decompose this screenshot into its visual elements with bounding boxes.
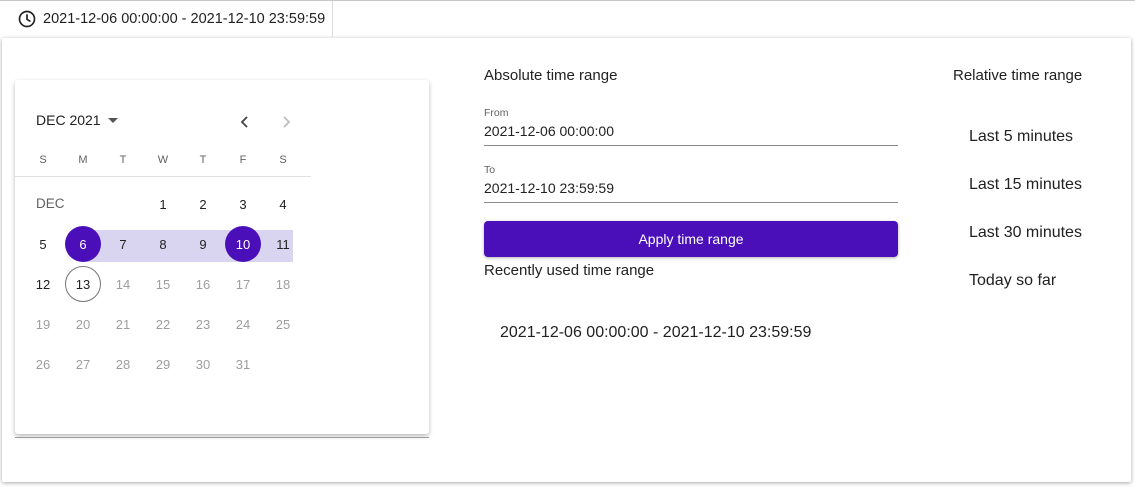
calendar-day[interactable]: 8 (145, 226, 181, 262)
previous-month-button[interactable] (233, 110, 257, 134)
to-label: To (484, 164, 496, 176)
calendar-day[interactable]: 27 (65, 346, 101, 382)
calendar-day-today[interactable]: 13 (65, 266, 101, 302)
relative-range-title: Relative time range (953, 67, 1083, 84)
calendar-day[interactable]: 9 (185, 226, 221, 262)
weekday-label: F (239, 154, 247, 166)
caret-down-icon (107, 117, 118, 123)
month-year-label: DEC 2021 (36, 112, 101, 128)
apply-time-range-button[interactable]: Apply time range (484, 221, 898, 257)
absolute-range-title: Absolute time range (484, 67, 618, 84)
calendar-day-selected[interactable]: 10 (225, 226, 261, 262)
month-year-button[interactable]: DEC 2021 (36, 112, 118, 128)
calendar-day[interactable]: 30 (185, 346, 221, 382)
relative-option-last-30-minutes[interactable]: Last 30 minutes (969, 224, 1082, 242)
time-range-text: 2021-12-06 00:00:00 - 2021-12-10 23:59:5… (43, 11, 326, 27)
calendar: DEC 2021 S M T W T F S DEC 1 2 3 4 5 6 7… (15, 80, 429, 434)
relative-option-today-so-far[interactable]: Today so far (969, 272, 1056, 290)
from-label: From (484, 107, 509, 119)
month-label: DEC (36, 196, 65, 211)
calendar-day[interactable]: 1 (145, 186, 181, 222)
calendar-day[interactable]: 11 (265, 226, 301, 262)
calendar-day[interactable]: 31 (225, 346, 261, 382)
calendar-day[interactable]: 16 (185, 266, 221, 302)
calendar-day[interactable]: 15 (145, 266, 181, 302)
chevron-left-icon (240, 116, 248, 128)
calendar-day[interactable]: 28 (105, 346, 141, 382)
chevron-right-icon (283, 116, 291, 128)
calendar-header: DEC 2021 (15, 110, 429, 134)
relative-option-last-5-minutes[interactable]: Last 5 minutes (969, 128, 1073, 146)
from-field[interactable]: From 2021-12-06 00:00:00 (484, 107, 898, 146)
calendar-day[interactable]: 20 (65, 306, 101, 342)
relative-option-last-15-minutes[interactable]: Last 15 minutes (969, 176, 1082, 194)
time-range-trigger[interactable]: 2021-12-06 00:00:00 - 2021-12-10 23:59:5… (0, 1, 333, 37)
calendar-day[interactable]: 18 (265, 266, 301, 302)
calendar-day[interactable]: 12 (25, 266, 61, 302)
weekday-label: T (199, 154, 207, 166)
calendar-day[interactable]: 22 (145, 306, 181, 342)
calendar-day[interactable]: 19 (25, 306, 61, 342)
calendar-day[interactable]: 25 (265, 306, 301, 342)
calendar-day[interactable]: 26 (25, 346, 61, 382)
recent-range-item[interactable]: 2021-12-06 00:00:00 - 2021-12-10 23:59:5… (500, 324, 811, 342)
recently-used-title: Recently used time range (484, 262, 655, 279)
clock-icon (18, 10, 36, 28)
calendar-day[interactable]: 24 (225, 306, 261, 342)
calendar-underline (15, 437, 429, 438)
calendar-day[interactable]: 5 (25, 226, 61, 262)
weekday-label: W (157, 154, 169, 166)
next-month-button[interactable] (274, 110, 298, 134)
calendar-day[interactable]: 17 (225, 266, 261, 302)
weekday-label: T (119, 154, 127, 166)
weekday-header: S M T W T F S (15, 154, 311, 177)
from-input[interactable]: 2021-12-06 00:00:00 (484, 123, 614, 139)
calendar-day-selected[interactable]: 6 (65, 226, 101, 262)
calendar-days: DEC 1 2 3 4 5 6 7 8 9 10 11 12 13 14 15 16 17 18 19 20 21 22 2… (15, 184, 311, 384)
calendar-day[interactable]: 21 (105, 306, 141, 342)
calendar-day[interactable]: 23 (185, 306, 221, 342)
calendar-day[interactable]: 14 (105, 266, 141, 302)
calendar-day[interactable]: 4 (265, 186, 301, 222)
calendar-day[interactable]: 29 (145, 346, 181, 382)
weekday-label: S (39, 154, 47, 166)
calendar-day[interactable]: 7 (105, 226, 141, 262)
to-input[interactable]: 2021-12-10 23:59:59 (484, 180, 614, 196)
weekday-label: S (279, 154, 287, 166)
calendar-day[interactable]: 3 (225, 186, 261, 222)
weekday-label: M (78, 154, 88, 166)
to-field[interactable]: To 2021-12-10 23:59:59 (484, 164, 898, 203)
calendar-day[interactable]: 2 (185, 186, 221, 222)
time-range-panel: DEC 2021 S M T W T F S DEC 1 2 3 4 5 6 7… (2, 38, 1131, 482)
